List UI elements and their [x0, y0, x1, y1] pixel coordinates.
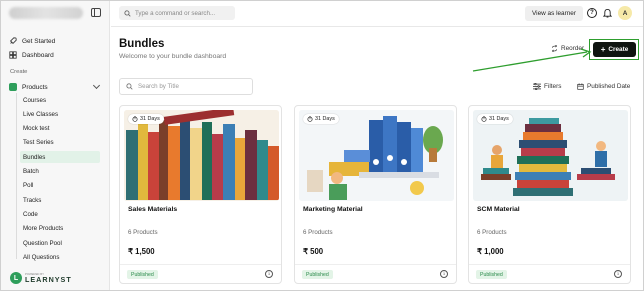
grid-icon — [9, 51, 17, 59]
sidebar-subitem-all-questions[interactable]: All Questions — [20, 251, 100, 263]
brand-name: LEARNYST — [25, 274, 72, 284]
status-badge: Published — [476, 270, 507, 279]
card-divider — [295, 264, 456, 265]
sidebar-subitem-bundles[interactable]: Bundles — [20, 151, 100, 164]
sort-label: Published Date — [587, 83, 631, 90]
nav-item-dashboard[interactable]: Dashboard — [9, 49, 54, 61]
bundle-price: ₹ 1,000 — [477, 247, 504, 256]
products-icon — [9, 83, 17, 91]
bundle-products-count: 6 Products — [477, 229, 507, 236]
sidebar-subitem-courses[interactable]: Courses — [20, 94, 100, 106]
command-search-placeholder: Type a command or search... — [135, 9, 216, 17]
nav-item-label: Dashboard — [22, 51, 54, 59]
stopwatch-icon — [132, 116, 138, 122]
chevron-down-icon[interactable] — [92, 81, 101, 90]
duration-badge: 31 Days — [303, 114, 339, 124]
bundle-card[interactable]: 31 Days Sales Materials 6 Products ₹ 1,5… — [119, 105, 282, 284]
sidebar-subitem-tracks[interactable]: Tracks — [20, 194, 100, 206]
bundle-card[interactable]: 31 Days Marketing Material 6 Products ₹ … — [294, 105, 457, 284]
brand-logo-blurred — [9, 7, 83, 19]
sidebar-subitem-question-pool[interactable]: Question Pool — [20, 237, 100, 249]
learnyst-logo-icon: L — [10, 272, 22, 284]
bell-icon[interactable] — [602, 7, 612, 18]
bundle-thumbnail: 31 Days — [473, 110, 628, 201]
avatar[interactable]: A — [618, 6, 632, 20]
sidebar: Get Started Dashboard Create Products L … — [1, 1, 110, 290]
sidebar-subitem-poll[interactable]: Poll — [20, 180, 100, 192]
bundle-title: SCM Material — [477, 206, 520, 213]
filters-label: Filters — [544, 83, 562, 90]
create-label: Create — [608, 46, 629, 53]
sort-published-date-button[interactable]: Published Date — [577, 83, 630, 90]
help-icon[interactable]: ? — [587, 8, 597, 18]
bundle-title: Marketing Material — [303, 206, 363, 213]
top-bar: Type a command or search... View as lear… — [111, 1, 643, 27]
bundle-title: Sales Materials — [128, 206, 178, 213]
stopwatch-icon — [307, 116, 313, 122]
bundle-price: ₹ 500 — [303, 247, 324, 256]
sidebar-subitem-test-series[interactable]: Test Series — [20, 137, 100, 149]
status-badge: Published — [302, 270, 333, 279]
page-title: Bundles — [119, 38, 165, 50]
duration-badge: 31 Days — [128, 114, 164, 124]
title-search-placeholder: Search by Title — [138, 83, 179, 90]
card-divider — [469, 264, 630, 265]
calendar-icon — [577, 83, 584, 90]
search-icon — [124, 9, 131, 17]
bundle-thumbnail: 31 Days — [299, 110, 454, 201]
status-badge: Published — [127, 270, 158, 279]
sidebar-subitem-live-classes[interactable]: Live Classes — [20, 108, 100, 120]
nav-item-label: Products — [22, 83, 48, 91]
nav-item-get-started[interactable]: Get Started — [9, 35, 55, 47]
bundle-products-count: 6 Products — [303, 229, 333, 236]
sidebar-subitem-batch[interactable]: Batch — [20, 166, 100, 178]
sidebar-subitem-code[interactable]: Code — [20, 208, 100, 220]
stopwatch-icon — [481, 116, 487, 122]
nav-item-label: Get Started — [22, 37, 56, 45]
plus-icon: + — [600, 44, 606, 54]
rocket-icon — [9, 37, 17, 45]
info-icon[interactable]: i — [265, 270, 273, 278]
card-divider — [120, 264, 281, 265]
learnyst-logo: L POWERED BY LEARNYST — [10, 272, 72, 284]
title-search-input[interactable]: Search by Title — [119, 78, 253, 95]
sidebar-toggle-icon[interactable] — [91, 8, 101, 17]
section-label-create: Create — [10, 69, 28, 75]
command-search-input[interactable]: Type a command or search... — [119, 6, 235, 20]
info-icon[interactable]: i — [440, 270, 448, 278]
tree-line — [16, 93, 17, 259]
nav-item-products[interactable]: Products — [9, 81, 101, 93]
bundle-price: ₹ 1,500 — [128, 247, 155, 256]
bundle-thumbnail: 31 Days — [124, 110, 279, 201]
sidebar-subitem-mock-test[interactable]: Mock test — [20, 123, 100, 135]
sidebar-subitem-more-products[interactable]: More Products — [20, 223, 100, 235]
info-icon[interactable]: i — [614, 270, 622, 278]
duration-badge: 31 Days — [477, 114, 513, 124]
bundle-card[interactable]: 31 Days SCM Material 6 Products ₹ 1,000 … — [468, 105, 631, 284]
annotation-arrow — [472, 48, 592, 72]
search-icon — [126, 83, 133, 90]
view-as-learner-button[interactable]: View as learner — [525, 6, 583, 21]
page-subtitle: Welcome to your bundle dashboard — [119, 53, 227, 60]
filter-icon — [533, 83, 541, 90]
bundle-products-count: 6 Products — [128, 229, 158, 236]
filters-button[interactable]: Filters — [533, 83, 561, 90]
create-button[interactable]: + Create — [593, 42, 636, 57]
